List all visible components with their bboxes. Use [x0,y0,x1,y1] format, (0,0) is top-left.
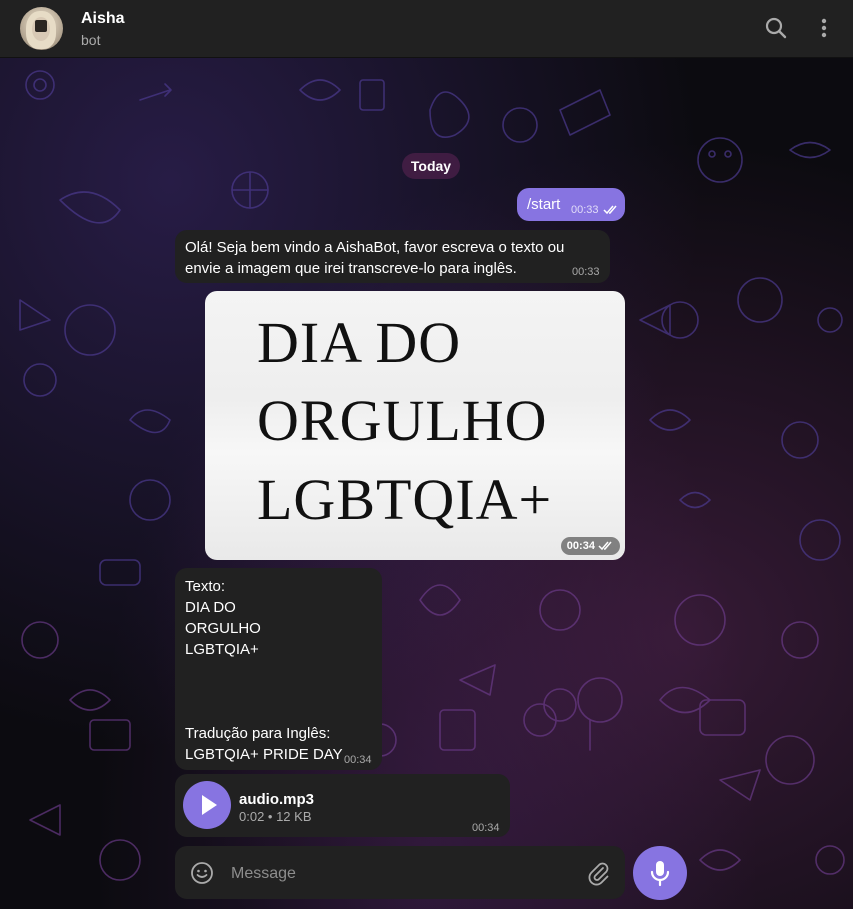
microphone-icon [650,861,670,887]
chat-status: bot [81,32,101,48]
date-separator: Today [402,153,460,179]
outgoing-message[interactable]: /start 00:33 [517,188,625,221]
play-icon [202,795,217,815]
message-time: 00:33 [572,266,600,278]
image-text-line: LGBTQIA+ [257,467,553,532]
message-line: LGBTQIA+ [185,641,259,658]
image-message[interactable]: DIA DO ORGULHO LGBTQIA+ 00:34 [205,291,625,560]
incoming-message[interactable]: Texto: DIA DO ORGULHO LGBTQIA+ Tradução … [175,568,382,770]
more-vertical-icon[interactable] [810,14,838,42]
chat-header: Aisha bot [0,0,853,58]
message-input[interactable] [229,859,573,889]
emoji-icon[interactable] [189,860,215,886]
chat-title[interactable]: Aisha [81,10,125,28]
microphone-button[interactable] [633,846,687,900]
image-text-line: DIA DO [257,310,462,375]
image-text-line: ORGULHO [257,388,548,453]
message-time: 00:34 [472,822,500,834]
search-icon[interactable] [762,14,790,42]
play-button[interactable] [183,781,231,829]
audio-file-name: audio.mp3 [239,791,315,808]
message-line: LGBTQIA+ PRIDE DAY [185,746,343,763]
message-line: Olá! Seja bem vindo a AishaBot, favor es… [185,239,565,256]
message-line: Texto: [185,578,226,595]
avatar[interactable] [20,7,63,50]
audio-file-meta: 0:02 • 12 KB [239,809,312,824]
message-line: envie a imagem que irei transcreve-lo pa… [185,260,517,277]
double-check-icon [598,541,612,551]
message-time: 00:33 [571,204,599,216]
message-composer [175,846,625,899]
message-line: DIA DO [185,599,236,616]
message-time: 00:34 [344,754,372,766]
message-line [185,702,343,723]
message-line: ORGULHO [185,620,261,637]
double-check-icon [603,205,617,215]
message-line: Tradução para Inglês: [185,725,331,742]
audio-message[interactable]: audio.mp3 0:02 • 12 KB 00:34 [175,774,510,837]
paperclip-icon[interactable] [585,860,611,886]
image-time-badge: 00:34 [560,537,620,555]
incoming-message[interactable]: Olá! Seja bem vindo a AishaBot, favor es… [175,230,610,283]
message-line [185,681,343,702]
message-time: 00:34 [566,540,595,552]
message-text: /start [527,196,561,213]
message-line [185,660,343,681]
